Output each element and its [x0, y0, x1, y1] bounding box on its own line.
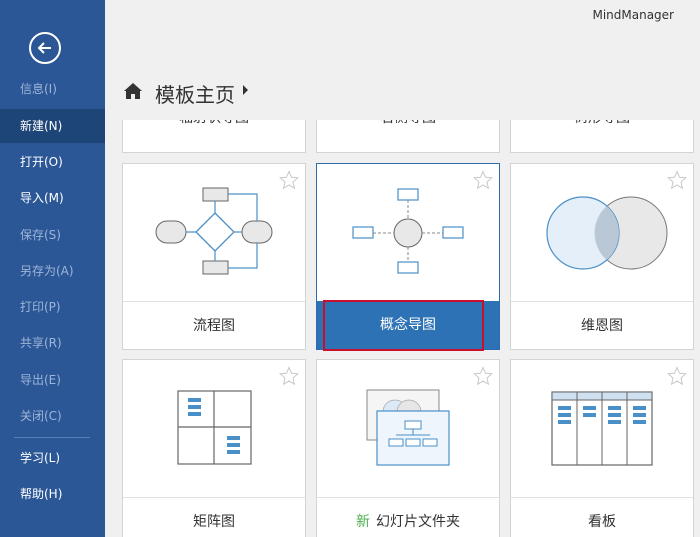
template-card-label: 维恩图 — [511, 301, 693, 349]
arrow-left-icon — [37, 42, 51, 54]
menu-item-info[interactable]: 信息(I) — [0, 72, 105, 106]
template-card-concept-map[interactable]: 概念导图 — [316, 163, 500, 350]
menu-separator — [14, 437, 90, 438]
template-card-label: 矩阵图 — [123, 497, 305, 537]
menu-item-save[interactable]: 保存(S) — [0, 218, 105, 252]
menu-item-save-as[interactable]: 另存为(A) — [0, 254, 105, 288]
template-card-label: 新幻灯片文件夹 — [317, 497, 499, 537]
flowchart-thumbnail — [155, 187, 273, 275]
menu-item-export[interactable]: 导出(E) — [0, 363, 105, 397]
menu-item-open[interactable]: 打开(O) — [0, 145, 105, 179]
template-card-venn[interactable]: 维恩图 — [510, 163, 694, 350]
template-card-flowchart[interactable]: 流程图 — [122, 163, 306, 350]
template-card-matrix[interactable]: 矩阵图 — [122, 359, 306, 537]
slide-folder-thumbnail — [366, 389, 450, 466]
venn-thumbnail — [546, 196, 668, 270]
menu-item-import[interactable]: 导入(M) — [0, 181, 105, 215]
menu-item-close[interactable]: 关闭(C) — [0, 399, 105, 433]
template-card-label: 辐射状导图 — [123, 120, 305, 152]
kanban-thumbnail — [551, 391, 653, 466]
menu-item-print[interactable]: 打印(P) — [0, 290, 105, 324]
home-icon[interactable] — [123, 82, 143, 100]
template-card-label: 右侧导图 — [317, 120, 499, 152]
template-card-label: 流程图 — [123, 301, 305, 349]
menu-item-share[interactable]: 共享(R) — [0, 326, 105, 360]
breadcrumb-arrow-icon — [243, 85, 248, 95]
template-card-tree[interactable]: 树形导图 — [510, 120, 694, 153]
template-card-label-text: 幻灯片文件夹 — [376, 514, 460, 530]
app-title: MindManager — [592, 8, 674, 22]
template-card-label: 看板 — [511, 497, 693, 537]
back-button[interactable] — [29, 32, 61, 64]
template-gallery: 辐射状导图 右侧导图 树形导图 流程图 — [105, 120, 700, 537]
matrix-thumbnail — [177, 390, 252, 465]
page-title: 模板主页 — [155, 83, 235, 107]
template-card-radial[interactable]: 辐射状导图 — [122, 120, 306, 153]
template-card-label: 树形导图 — [511, 120, 693, 152]
menu-item-learn[interactable]: 学习(L) — [0, 441, 105, 475]
concept-map-thumbnail — [352, 188, 464, 274]
template-card-kanban[interactable]: 看板 — [510, 359, 694, 537]
backstage-sidebar: 信息(I) 新建(N) 打开(O) 导入(M) 保存(S) 另存为(A) 打印(… — [0, 0, 105, 537]
menu-item-help[interactable]: 帮助(H) — [0, 477, 105, 511]
new-badge: 新 — [356, 514, 370, 530]
template-card-label: 概念导图 — [317, 301, 499, 349]
template-card-right-map[interactable]: 右侧导图 — [316, 120, 500, 153]
template-card-slide-folder[interactable]: 新幻灯片文件夹 — [316, 359, 500, 537]
menu-item-new[interactable]: 新建(N) — [0, 109, 105, 143]
